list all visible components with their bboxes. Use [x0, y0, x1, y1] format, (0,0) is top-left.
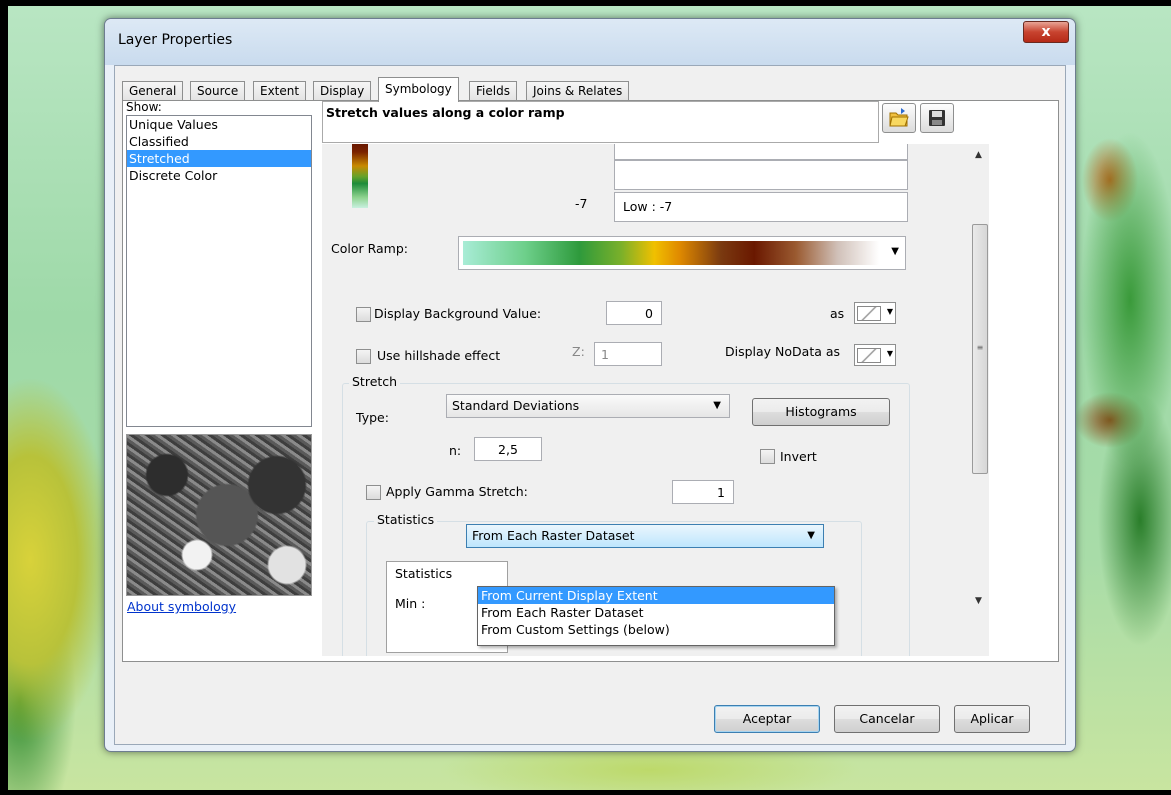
min-label: Min :: [395, 596, 426, 611]
chevron-down-icon: ▼: [886, 307, 893, 316]
statistics-source-value: From Each Raster Dataset: [472, 528, 635, 543]
histograms-button[interactable]: Histograms: [752, 398, 890, 426]
low-value: -7: [575, 196, 588, 211]
z-factor-label: Z:: [572, 344, 585, 359]
list-item-classified[interactable]: Classified: [127, 133, 311, 150]
cancel-button[interactable]: Cancelar: [834, 705, 940, 733]
option-current-display-extent[interactable]: From Current Display Extent: [478, 587, 834, 604]
chevron-down-icon: ▼: [891, 246, 899, 257]
grip-icon: ≡: [976, 343, 984, 352]
chevron-down-icon: ▼: [807, 530, 815, 541]
statistics-inner-label: Statistics: [395, 566, 453, 581]
bottom-border: [0, 790, 1171, 795]
top-border: [0, 0, 1171, 6]
gamma-value-input[interactable]: 1: [672, 480, 734, 504]
statistics-source-options[interactable]: From Current Display Extent From Each Ra…: [477, 586, 835, 646]
tab-symbology[interactable]: Symbology: [378, 77, 459, 102]
hillshade-label: Use hillshade effect: [377, 348, 501, 363]
layer-properties-dialog: Layer Properties x General Source Extent…: [104, 18, 1076, 752]
show-label: Show:: [126, 100, 162, 114]
save-disk-icon: [929, 110, 945, 126]
stretch-type-value: Standard Deviations: [452, 398, 580, 413]
invert-label: Invert: [780, 449, 817, 464]
symbology-preview-image: [126, 434, 312, 596]
window-title: Layer Properties: [118, 32, 233, 48]
stretch-type-label: Type:: [356, 410, 389, 425]
option-custom-settings[interactable]: From Custom Settings (below): [478, 621, 834, 638]
renderer-list[interactable]: Unique Values Classified Stretched Discr…: [126, 115, 312, 427]
left-border: [0, 0, 8, 795]
ok-button[interactable]: Aceptar: [714, 705, 820, 733]
statistics-source-dropdown[interactable]: From Each Raster Dataset ▼: [466, 524, 824, 548]
nodata-label: Display NoData as: [725, 344, 841, 359]
tab-general[interactable]: General: [122, 81, 184, 101]
apply-button[interactable]: Aplicar: [954, 705, 1030, 733]
scrollbar-thumb[interactable]: ≡: [972, 224, 988, 474]
save-button[interactable]: [920, 103, 954, 133]
chevron-down-icon: ▼: [713, 400, 721, 411]
as-label: as: [830, 306, 845, 321]
color-ramp-label: Color Ramp:: [331, 241, 409, 256]
symbology-tab-page: Show: Unique Values Classified Stretched…: [122, 100, 1059, 662]
n-value-input[interactable]: 2,5: [474, 437, 542, 461]
list-item-unique-values[interactable]: Unique Values: [127, 116, 311, 133]
background-value-input[interactable]: 0: [606, 301, 662, 325]
open-folder-button[interactable]: [882, 103, 916, 133]
list-item-discrete-color[interactable]: Discrete Color: [127, 167, 311, 184]
nodata-symbol-button[interactable]: ▼: [854, 344, 896, 366]
tab-fields[interactable]: Fields: [469, 81, 517, 101]
background-symbol-button[interactable]: ▼: [854, 302, 896, 324]
dialog-client-area: General Source Extent Display Symbology …: [114, 65, 1066, 745]
display-background-checkbox[interactable]: [356, 307, 371, 322]
tab-joins-relates[interactable]: Joins & Relates: [526, 81, 630, 101]
about-symbology-link[interactable]: About symbology: [127, 599, 236, 614]
scroll-down-icon[interactable]: ▼: [975, 596, 982, 606]
color-ramp-legend-swatch: [352, 144, 368, 208]
stretch-group-title: Stretch: [349, 374, 401, 389]
hillshade-checkbox[interactable]: [356, 349, 371, 364]
stretch-type-dropdown[interactable]: Standard Deviations ▼: [446, 394, 730, 418]
title-bar: Layer Properties x: [105, 19, 1075, 65]
n-label: n:: [449, 443, 462, 458]
low-label-field[interactable]: Low : -7: [614, 192, 908, 222]
scroll-up-icon[interactable]: ▲: [975, 150, 982, 160]
gamma-stretch-checkbox[interactable]: [366, 485, 381, 500]
gamma-stretch-label: Apply Gamma Stretch:: [386, 484, 528, 499]
z-factor-input[interactable]: 1: [594, 342, 662, 366]
symbol-swatch-icon: [857, 306, 881, 321]
color-ramp-dropdown[interactable]: ▼: [458, 236, 906, 270]
settings-scroll-area[interactable]: -7 Low : -7 Color Ramp: ▼ Display Backgr…: [322, 144, 989, 656]
symbol-swatch-icon: [857, 348, 881, 363]
tab-source[interactable]: Source: [190, 81, 246, 101]
open-folder-icon: [889, 108, 909, 127]
high-label-field[interactable]: [614, 144, 908, 160]
list-item-stretched[interactable]: Stretched: [127, 150, 311, 167]
renderer-heading: Stretch values along a color ramp: [326, 105, 565, 120]
heading-box: Stretch values along a color ramp: [322, 101, 879, 143]
chevron-down-icon: ▼: [886, 349, 893, 358]
color-ramp-gradient: [463, 241, 879, 265]
tab-display[interactable]: Display: [313, 81, 372, 101]
vertical-scrollbar[interactable]: ▲ ≡ ▼: [971, 144, 988, 612]
option-each-raster-dataset[interactable]: From Each Raster Dataset: [478, 604, 834, 621]
mid-label-field[interactable]: [614, 160, 908, 190]
statistics-group-title: Statistics: [374, 512, 438, 527]
tab-extent[interactable]: Extent: [253, 81, 307, 101]
display-background-label: Display Background Value:: [374, 306, 542, 321]
close-button[interactable]: x: [1023, 21, 1069, 43]
invert-checkbox[interactable]: [760, 449, 775, 464]
